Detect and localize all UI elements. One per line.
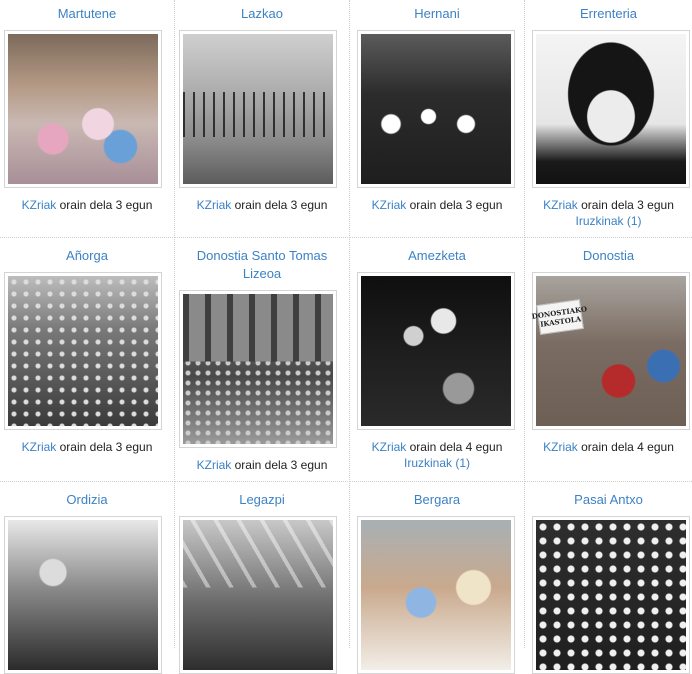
card-title[interactable]: Pasai Antxo [525,491,692,509]
author-link[interactable]: KZriak [197,458,232,472]
card-meta: KZriak orain dela 4 egun [525,439,692,455]
photo-image [536,34,686,184]
card-title[interactable]: Donostia [525,247,692,265]
card-meta: KZriak orain dela 3 egun [0,197,174,213]
protest-sign: DONOSTIAKO IKASTOLA [531,299,588,335]
author-link[interactable]: KZriak [197,198,232,212]
card-title[interactable]: Errenteria [525,5,692,23]
author-link[interactable]: KZriak [22,198,57,212]
card-title[interactable]: Lazkao [175,5,349,23]
card-thumbnail[interactable] [4,30,162,188]
author-link[interactable]: KZriak [543,440,578,454]
photo-image [361,276,511,426]
card-meta: KZriak orain dela 4 egun [350,439,524,455]
gallery-card: Legazpi [175,483,350,674]
time-ago: orain dela 3 egun [409,198,503,212]
time-ago: orain dela 3 egun [59,440,153,454]
gallery-card: Lazkao KZriak orain dela 3 egun [175,0,350,238]
gallery-card: Martutene KZriak orain dela 3 egun [0,0,175,238]
author-link[interactable]: KZriak [372,198,407,212]
photo-image: DONOSTIAKO IKASTOLA [531,276,686,426]
time-ago: orain dela 3 egun [234,198,328,212]
card-thumbnail[interactable] [357,516,515,674]
card-meta: KZriak orain dela 3 egun [175,457,349,473]
card-title[interactable]: Donostia Santo Tomas Lizeoa [175,247,349,283]
author-link[interactable]: KZriak [22,440,57,454]
time-ago: orain dela 4 egun [409,440,503,454]
gallery-card: Errenteria KZriak orain dela 3 egun Iruz… [525,0,692,238]
card-thumbnail[interactable] [179,290,337,448]
card-meta: KZriak orain dela 3 egun [175,197,349,213]
card-meta: KZriak orain dela 3 egun [350,197,524,213]
gallery-card: Hernani KZriak orain dela 3 egun [350,0,525,238]
card-title[interactable]: Legazpi [175,491,349,509]
comments-link[interactable]: Iruzkinak (1) [350,455,524,471]
card-title[interactable]: Ordizia [0,491,174,509]
card-thumbnail[interactable]: DONOSTIAKO IKASTOLA [531,272,690,430]
gallery-card: Amezketa KZriak orain dela 4 egun Iruzki… [350,239,525,482]
time-ago: orain dela 3 egun [581,198,674,212]
card-thumbnail[interactable] [357,30,515,188]
gallery-card: Añorga KZriak orain dela 3 egun [0,239,175,482]
time-ago: orain dela 4 egun [581,440,674,454]
card-title[interactable]: Hernani [350,5,524,23]
photo-image [183,294,333,444]
card-meta: KZriak orain dela 3 egun [0,439,174,455]
photo-image [361,34,511,184]
card-thumbnail[interactable] [4,272,162,430]
card-thumbnail[interactable] [357,272,515,430]
card-thumbnail[interactable] [179,516,337,674]
card-thumbnail[interactable] [179,30,337,188]
card-title[interactable]: Añorga [0,247,174,265]
card-title[interactable]: Martutene [0,5,174,23]
gallery-card: Bergara [350,483,525,674]
gallery-card: Donostia Santo Tomas Lizeoa KZriak orain… [175,239,350,482]
time-ago: orain dela 3 egun [59,198,153,212]
gallery-card: Pasai Antxo [525,483,692,674]
card-thumbnail[interactable] [532,516,690,674]
card-meta: KZriak orain dela 3 egun [525,197,692,213]
photo-image [8,276,158,426]
photo-image [8,34,158,184]
card-title[interactable]: Bergara [350,491,524,509]
gallery-card: Donostia DONOSTIAKO IKASTOLA KZriak orai… [525,239,692,482]
comments-link[interactable]: Iruzkinak (1) [525,213,692,229]
time-ago: orain dela 3 egun [234,458,328,472]
author-link[interactable]: KZriak [372,440,407,454]
card-thumbnail[interactable] [532,30,690,188]
photo-image [183,34,333,184]
card-thumbnail[interactable] [4,516,162,674]
card-title[interactable]: Amezketa [350,247,524,265]
gallery-card: Ordizia [0,483,175,674]
author-link[interactable]: KZriak [543,198,578,212]
